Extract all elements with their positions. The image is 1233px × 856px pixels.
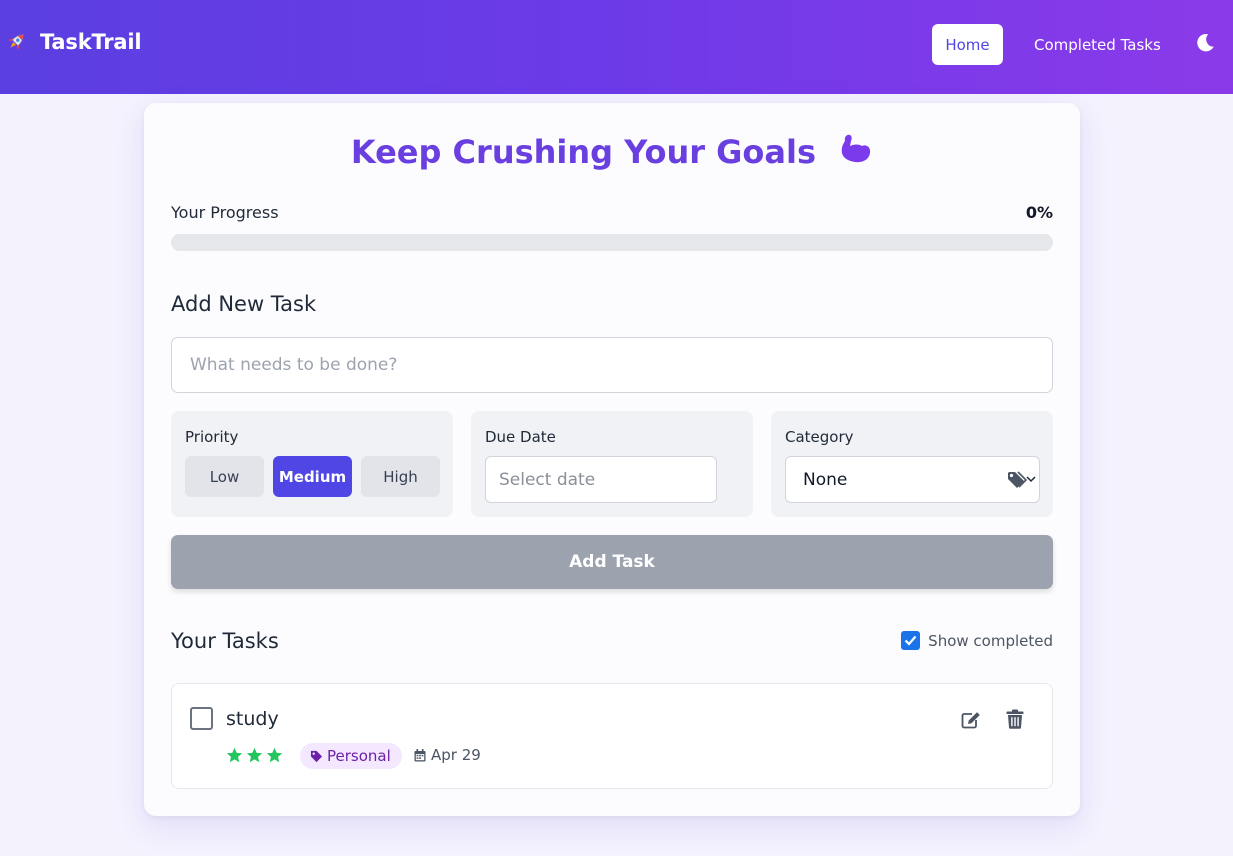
task-item: study Personal Apr 29 (171, 683, 1053, 789)
priority-low-button[interactable]: Low (185, 456, 264, 497)
headline-text: Keep Crushing Your Goals (350, 133, 816, 171)
task-category-badge: Personal (300, 743, 402, 769)
nav-home-button[interactable]: Home (932, 24, 1003, 65)
progress-bar (171, 234, 1053, 251)
task-due-date: Apr 29 (414, 746, 481, 764)
due-date-input[interactable] (485, 456, 717, 503)
priority-label: Priority (185, 428, 239, 446)
your-tasks-heading: Your Tasks (171, 629, 279, 653)
main-card: Keep Crushing Your Goals Your Progress 0… (144, 103, 1080, 816)
top-navbar: TaskTrail Home Completed Tasks (0, 0, 1233, 94)
due-date-label: Due Date (485, 428, 556, 446)
nav-completed-tasks-link[interactable]: Completed Tasks (1024, 24, 1171, 65)
show-completed-toggle[interactable]: Show completed (901, 631, 1053, 650)
task-title-input[interactable] (171, 337, 1053, 393)
page-headline: Keep Crushing Your Goals (144, 131, 1080, 171)
priority-stars (226, 747, 286, 764)
check-icon (904, 635, 917, 646)
priority-high-button[interactable]: High (361, 456, 440, 497)
task-title: study (226, 708, 279, 730)
progress-label: Your Progress (171, 203, 279, 222)
task-complete-checkbox[interactable] (190, 707, 213, 730)
category-label: Category (785, 428, 854, 446)
task-category-label: Personal (327, 747, 391, 765)
category-selected-value: None (803, 469, 848, 490)
category-panel: Category None (771, 411, 1053, 517)
star-icon (266, 747, 283, 763)
category-select[interactable]: None (785, 456, 1040, 503)
show-completed-label: Show completed (928, 631, 1053, 650)
star-icon (246, 747, 263, 763)
tag-icon (1008, 471, 1027, 488)
flexed-biceps-icon (841, 134, 871, 163)
task-due-date-label: Apr 29 (431, 746, 481, 764)
tag-icon (310, 750, 323, 762)
priority-medium-button[interactable]: Medium (273, 456, 352, 497)
add-task-button[interactable]: Add Task (171, 535, 1053, 589)
rocket-icon (8, 34, 24, 50)
priority-panel: Priority Low Medium High (171, 411, 453, 517)
app-name: TaskTrail (40, 30, 142, 54)
edit-icon[interactable] (961, 711, 981, 729)
star-icon (226, 747, 243, 763)
moon-icon[interactable] (1194, 32, 1216, 54)
chevron-down-icon (1026, 476, 1036, 483)
add-task-heading: Add New Task (171, 292, 317, 316)
due-date-panel: Due Date (471, 411, 753, 517)
progress-percentage: 0% (1025, 203, 1053, 222)
brand[interactable]: TaskTrail (4, 30, 142, 54)
calendar-icon (414, 748, 426, 761)
show-completed-checkbox[interactable] (901, 631, 921, 650)
trash-icon[interactable] (1006, 709, 1024, 729)
